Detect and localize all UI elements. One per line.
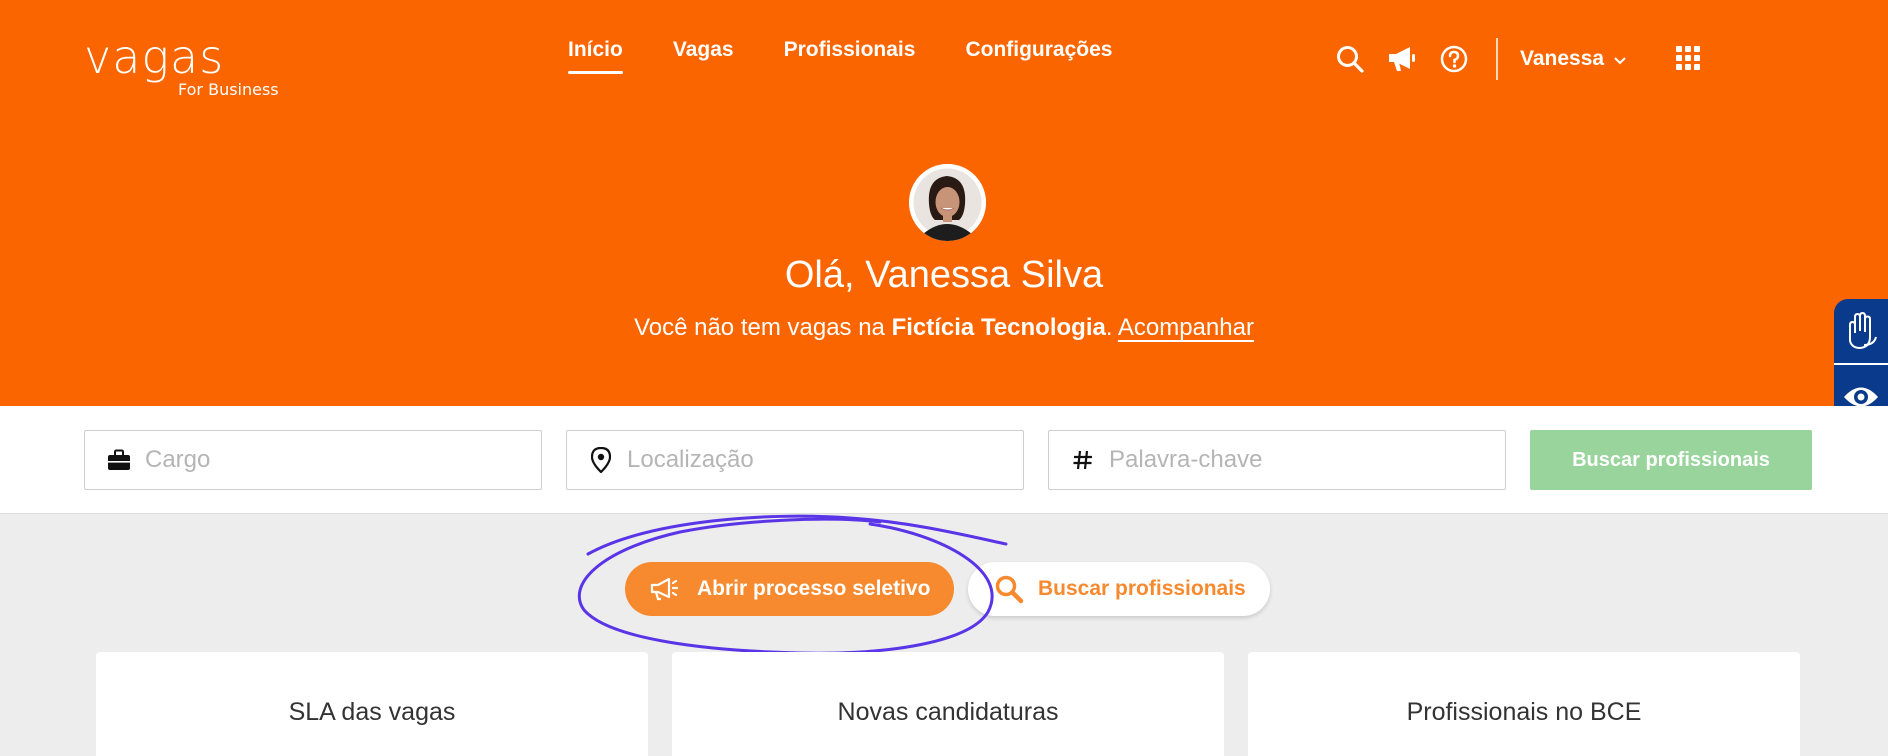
- message-suffix: .: [1105, 314, 1118, 341]
- briefcase-icon: [105, 449, 133, 471]
- search-bar: Buscar profissionais: [0, 406, 1888, 514]
- location-pin-icon: [587, 447, 615, 473]
- sign-language-icon[interactable]: [1834, 299, 1888, 363]
- buscar-profissionais-pill-label: Buscar profissionais: [1038, 577, 1246, 600]
- message-prefix: Você não tem vagas na: [634, 314, 892, 341]
- novas-candidaturas-card[interactable]: Novas candidaturas: [672, 652, 1224, 756]
- logo-wordmark: vagas: [84, 30, 225, 84]
- sla-vagas-card[interactable]: SLA das vagas: [96, 652, 648, 756]
- card-title: SLA das vagas: [288, 698, 456, 726]
- profissionais-bce-card[interactable]: Profissionais no BCE: [1248, 652, 1800, 756]
- palavra-chave-input[interactable]: [1109, 446, 1469, 474]
- buscar-profissionais-pill[interactable]: Buscar profissionais: [968, 562, 1270, 616]
- no-jobs-message: Você não tem vagas na Fictícia Tecnologi…: [0, 314, 1888, 342]
- header-divider: [1496, 38, 1498, 80]
- acompanhar-link[interactable]: Acompanhar: [1118, 314, 1254, 341]
- palavra-chave-field[interactable]: [1048, 430, 1506, 490]
- user-name: Vanessa: [1520, 47, 1605, 70]
- megaphone-icon: [649, 577, 679, 601]
- header-tools: Vanessa: [1334, 38, 1626, 80]
- abrir-processo-seletivo-button[interactable]: Abrir processo seletivo: [625, 562, 954, 616]
- nav-item-configuracoes[interactable]: Configurações: [965, 38, 1112, 74]
- user-menu[interactable]: Vanessa: [1520, 47, 1626, 71]
- avatar: [909, 164, 986, 241]
- card-title: Profissionais no BCE: [1406, 698, 1642, 726]
- search-icon: [994, 574, 1024, 604]
- vagas-logo[interactable]: vagas For Business: [84, 30, 279, 99]
- localizacao-input[interactable]: [627, 446, 987, 474]
- hero-header: vagas For Business Início Vagas Profissi…: [0, 0, 1888, 406]
- main-nav: Início Vagas Profissionais Configurações: [568, 38, 1162, 74]
- hashtag-icon: [1069, 449, 1097, 471]
- nav-item-profissionais[interactable]: Profissionais: [784, 38, 916, 74]
- logo-tagline: For Business: [178, 80, 279, 99]
- card-title: Novas candidaturas: [837, 698, 1059, 726]
- chevron-down-icon: [1614, 47, 1626, 71]
- greeting-heading: Olá, Vanessa Silva: [784, 254, 1104, 296]
- buscar-profissionais-button[interactable]: Buscar profissionais: [1530, 430, 1812, 490]
- company-name: Fictícia Tecnologia: [891, 314, 1106, 341]
- cargo-input[interactable]: [145, 446, 505, 474]
- apps-grid-icon[interactable]: [1676, 46, 1700, 70]
- megaphone-icon[interactable]: [1386, 43, 1418, 75]
- nav-item-inicio[interactable]: Início: [568, 38, 623, 74]
- localizacao-field[interactable]: [566, 430, 1024, 490]
- cargo-field[interactable]: [84, 430, 542, 490]
- help-icon[interactable]: [1438, 43, 1470, 75]
- nav-item-vagas[interactable]: Vagas: [673, 38, 734, 74]
- search-icon[interactable]: [1334, 43, 1366, 75]
- abrir-processo-label: Abrir processo seletivo: [697, 577, 931, 600]
